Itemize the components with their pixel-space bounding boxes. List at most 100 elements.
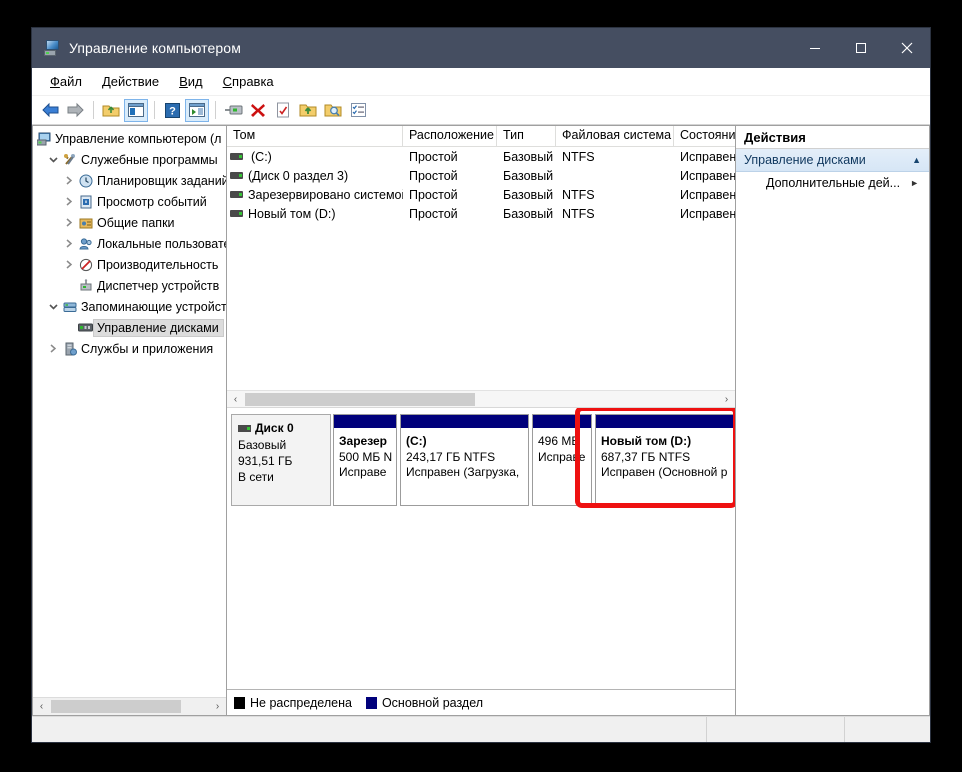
scan-icon[interactable]	[321, 99, 345, 122]
computer-management-window: Управление компьютером Файл Действие Вид…	[32, 28, 930, 742]
maximize-button[interactable]	[838, 28, 884, 68]
cell-layout: Простой	[403, 188, 497, 202]
partition-system-reserved[interactable]: Зарезер 500 МБ N Исправе	[333, 414, 397, 506]
title-bar: Управление компьютером	[32, 28, 930, 68]
sidebar-item-task-scheduler[interactable]: Планировщик заданий	[33, 170, 226, 191]
disk-0-row: Диск 0 Базовый 931,51 ГБ В сети Зарезер	[231, 414, 731, 506]
close-button[interactable]	[884, 28, 930, 68]
table-row[interactable]: Зарезервировано системой Простой Базовый…	[227, 185, 735, 204]
actions-group-disk-management[interactable]: Управление дисками ▲	[736, 149, 929, 172]
column-header-layout[interactable]: Расположение	[403, 126, 497, 147]
cell-type: Базовый	[497, 150, 556, 164]
users-icon	[77, 237, 94, 251]
partition-c[interactable]: (C:) 243,17 ГБ NTFS Исправен (Загрузка,	[400, 414, 529, 506]
menu-view[interactable]: Вид	[169, 71, 213, 92]
chevron-right-icon[interactable]	[45, 344, 61, 353]
back-icon[interactable]	[38, 99, 62, 122]
cell-filesystem: NTFS	[556, 207, 674, 221]
partition-color-bar	[334, 415, 396, 429]
disk-info-panel[interactable]: Диск 0 Базовый 931,51 ГБ В сети	[231, 414, 331, 506]
export-icon[interactable]	[296, 99, 320, 122]
chevron-right-icon[interactable]	[61, 197, 77, 206]
volume-rows: (C:) Простой Базовый NTFS Исправен (Диск…	[227, 147, 735, 390]
action-more-actions[interactable]: Дополнительные дей... ►	[736, 172, 929, 194]
volume-list-header: Том Расположение Тип Файловая система Со…	[227, 126, 735, 147]
menu-action[interactable]: Действие	[92, 71, 169, 92]
sidebar-item-device-manager[interactable]: Диспетчер устройств	[33, 275, 226, 296]
cell-status: Исправен	[674, 188, 735, 202]
help-icon[interactable]: ?	[160, 99, 184, 122]
chevron-right-icon[interactable]	[61, 218, 77, 227]
partition-color-bar	[401, 415, 528, 429]
column-header-status[interactable]: Состояние	[674, 126, 735, 147]
chevron-up-icon[interactable]: ▲	[912, 155, 921, 165]
sidebar-item-label: Локальные пользовате	[94, 237, 226, 251]
table-row[interactable]: Новый том (D:) Простой Базовый NTFS Испр…	[227, 204, 735, 223]
volume-icon	[230, 153, 243, 160]
sidebar-item-disk-management[interactable]: Управление дисками	[33, 317, 226, 338]
sidebar-item-label: Производительность	[94, 258, 218, 272]
sidebar-item-storage[interactable]: Запоминающие устройст	[33, 296, 226, 317]
checklist-icon[interactable]	[346, 99, 370, 122]
svg-text:?: ?	[169, 105, 176, 117]
partition-recovery[interactable]: 496 МБ Исправе	[532, 414, 592, 506]
disk-management-icon	[77, 322, 94, 333]
menu-help[interactable]: Справка	[213, 71, 284, 92]
delete-icon[interactable]	[246, 99, 270, 122]
show-hide-console-tree-icon[interactable]	[124, 99, 148, 122]
tree-horizontal-scrollbar[interactable]: ‹ ›	[33, 697, 226, 715]
column-header-volume[interactable]: Том	[227, 126, 403, 147]
cell-status: Исправен	[674, 169, 735, 183]
partition-d[interactable]: Новый том (D:) 687,37 ГБ NTFS Исправен (…	[595, 414, 735, 506]
volume-list-horizontal-scrollbar[interactable]: ‹ ›	[227, 390, 735, 407]
console-tree-pane: Управление компьютером (л	[32, 125, 226, 716]
column-header-filesystem[interactable]: Файловая система	[556, 126, 674, 147]
cell-type: Базовый	[497, 169, 556, 183]
chevron-right-icon[interactable]	[61, 176, 77, 185]
status-bar	[32, 716, 930, 742]
menu-file-rest: айл	[60, 74, 82, 89]
scroll-left-button[interactable]: ‹	[227, 391, 244, 408]
up-folder-icon[interactable]	[99, 99, 123, 122]
shared-folders-icon	[77, 216, 94, 230]
table-row[interactable]: (Диск 0 раздел 3) Простой Базовый Исправ…	[227, 166, 735, 185]
scrollbar-thumb[interactable]	[51, 700, 181, 713]
chevron-down-icon[interactable]	[45, 302, 61, 311]
volume-icon	[230, 191, 243, 198]
scrollbar-thumb[interactable]	[245, 393, 475, 406]
chevron-down-icon[interactable]	[45, 155, 61, 164]
connect-device-icon[interactable]	[221, 99, 245, 122]
sidebar-item-performance[interactable]: Производительность	[33, 254, 226, 275]
volume-icon	[230, 172, 243, 179]
volume-icon	[230, 210, 243, 217]
sidebar-item-label: Управление дисками	[94, 320, 223, 336]
device-manager-icon	[77, 279, 94, 293]
tree-root-node[interactable]: Управление компьютером (л	[33, 128, 226, 149]
scroll-left-button[interactable]: ‹	[33, 698, 50, 715]
disk-title: Диск 0	[238, 420, 324, 436]
properties-icon[interactable]	[271, 99, 295, 122]
minimize-button[interactable]	[792, 28, 838, 68]
table-row[interactable]: (C:) Простой Базовый NTFS Исправен	[227, 147, 735, 166]
legend-swatch	[366, 697, 377, 709]
clock-icon	[77, 174, 94, 188]
eventlog-icon	[77, 195, 94, 209]
forward-icon[interactable]	[63, 99, 87, 122]
partition-status: Исправе	[339, 465, 396, 481]
column-header-type[interactable]: Тип	[497, 126, 556, 147]
cell-filesystem: NTFS	[556, 150, 674, 164]
sidebar-item-event-viewer[interactable]: Просмотр событий	[33, 191, 226, 212]
menu-file[interactable]: Файл	[40, 71, 92, 92]
sidebar-item-shared-folders[interactable]: Общие папки	[33, 212, 226, 233]
chevron-right-icon[interactable]	[61, 260, 77, 269]
scroll-right-button[interactable]: ›	[209, 698, 226, 715]
sidebar-item-local-users[interactable]: Локальные пользовате	[33, 233, 226, 254]
sidebar-item-services-and-apps[interactable]: Службы и приложения	[33, 338, 226, 359]
chevron-right-icon[interactable]	[61, 239, 77, 248]
show-action-pane-icon[interactable]	[185, 99, 209, 122]
disk-icon	[238, 425, 251, 432]
services-icon	[61, 342, 78, 356]
sidebar-item-label: Общие папки	[94, 216, 175, 230]
scroll-right-button[interactable]: ›	[718, 391, 735, 408]
sidebar-item-system-tools[interactable]: Служебные программы	[33, 149, 226, 170]
